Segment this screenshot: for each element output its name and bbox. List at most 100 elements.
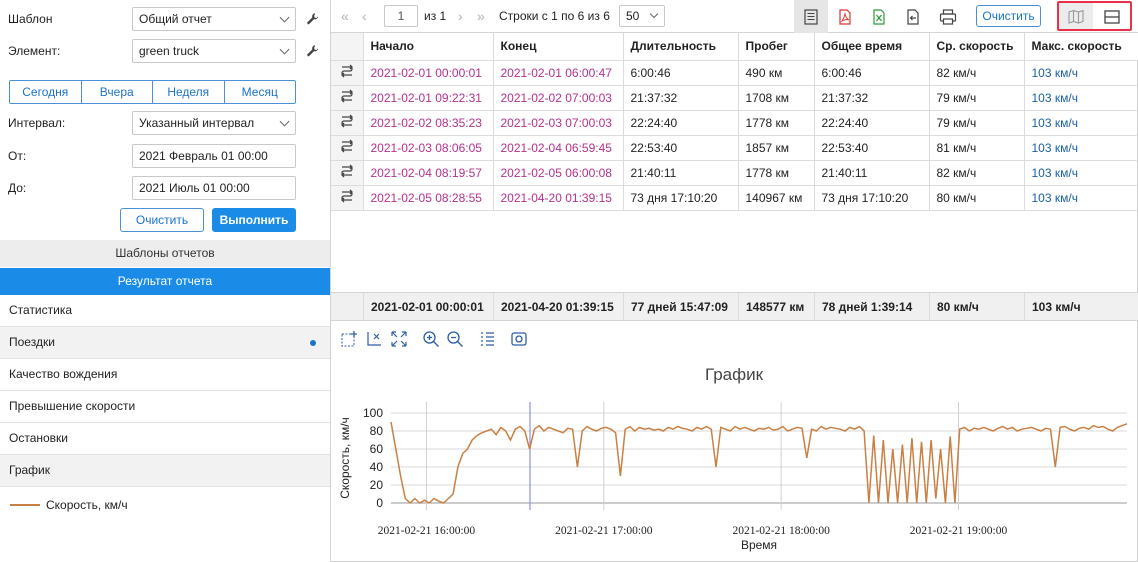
active-dot-icon bbox=[310, 340, 316, 346]
menu-item-label: Качество вождения bbox=[9, 367, 118, 381]
export-button[interactable] bbox=[896, 0, 930, 33]
cell-max-speed[interactable]: 103 км/ч bbox=[1024, 110, 1138, 136]
header-mileage[interactable]: Пробег bbox=[738, 33, 815, 61]
trip-icon-cell[interactable] bbox=[331, 185, 364, 211]
table-row[interactable]: 2021-02-03 08:06:05 2021-02-04 06:59:45 22… bbox=[331, 135, 1138, 161]
header-end[interactable]: Конец bbox=[493, 33, 624, 61]
wrench-icon[interactable] bbox=[306, 12, 320, 26]
wrench-icon[interactable] bbox=[306, 44, 320, 58]
trip-icon-cell[interactable] bbox=[331, 85, 364, 111]
cell-start[interactable]: 2021-02-01 00:00:01 bbox=[363, 60, 494, 86]
menu-item-label: Остановки bbox=[9, 431, 68, 445]
menu-item-driving-quality[interactable]: Качество вождения bbox=[0, 359, 330, 391]
cell-max-speed[interactable]: 103 км/ч bbox=[1024, 135, 1138, 161]
element-row: Элемент: bbox=[8, 39, 132, 63]
print-button[interactable] bbox=[931, 0, 965, 33]
export-icon bbox=[907, 8, 919, 25]
export-pdf-button[interactable] bbox=[828, 0, 862, 33]
period-week-button[interactable]: Неделя bbox=[153, 81, 225, 103]
cell-max-speed[interactable]: 103 км/ч bbox=[1024, 160, 1138, 186]
zoom-out-icon[interactable] bbox=[446, 330, 464, 348]
table-row[interactable]: 2021-02-04 08:19:57 2021-02-05 06:00:08 21… bbox=[331, 160, 1138, 186]
run-report-button[interactable]: Выполнить bbox=[212, 208, 296, 232]
y-tick-label: 0 bbox=[376, 496, 383, 510]
period-today-button[interactable]: Сегодня bbox=[10, 81, 82, 103]
cell-max-speed[interactable]: 103 км/ч bbox=[1024, 60, 1138, 86]
cell-total-time: 6:00:46 bbox=[814, 60, 930, 86]
period-month-button[interactable]: Месяц bbox=[224, 81, 295, 103]
prev-page-icon[interactable]: ‹ bbox=[362, 8, 367, 24]
table-totals-row: 2021-02-01 00:00:01 2021-04-20 01:39:15 … bbox=[331, 292, 1138, 321]
chart-grid bbox=[391, 402, 1127, 510]
report-templates-header[interactable]: Шаблоны отчетов bbox=[0, 240, 330, 267]
total-total-time: 78 дней 1:39:14 bbox=[815, 293, 930, 321]
cell-start[interactable]: 2021-02-02 08:35:23 bbox=[363, 110, 494, 136]
header-total-time[interactable]: Общее время bbox=[814, 33, 930, 61]
cell-start[interactable]: 2021-02-05 08:28:55 bbox=[363, 185, 494, 211]
menu-item-trips[interactable]: Поездки bbox=[0, 327, 330, 359]
clear-report-button[interactable]: Очистить bbox=[976, 5, 1041, 27]
left-panel: Шаблон Общий отчет Элемент: green truck … bbox=[0, 0, 331, 562]
header-duration[interactable]: Длительность bbox=[623, 33, 739, 61]
screenshot-icon[interactable] bbox=[510, 330, 528, 348]
export-excel-button[interactable] bbox=[862, 0, 896, 33]
last-page-icon[interactable]: » bbox=[477, 8, 485, 24]
header-max-speed[interactable]: Макс. скорость bbox=[1024, 33, 1138, 61]
table-row[interactable]: 2021-02-01 09:22:31 2021-02-02 07:00:03 21… bbox=[331, 85, 1138, 111]
first-page-icon[interactable]: « bbox=[341, 8, 349, 24]
cell-start[interactable]: 2021-02-04 08:19:57 bbox=[363, 160, 494, 186]
header-start[interactable]: Начало bbox=[363, 33, 494, 61]
cell-max-speed[interactable]: 103 км/ч bbox=[1024, 185, 1138, 211]
cell-max-speed[interactable]: 103 км/ч bbox=[1024, 85, 1138, 111]
x-tick-label: 2021-02-21 17:00:00 bbox=[555, 525, 653, 537]
zoom-select-icon[interactable] bbox=[340, 330, 358, 348]
fit-icon[interactable] bbox=[390, 330, 408, 348]
cell-start[interactable]: 2021-02-03 08:06:05 bbox=[363, 135, 494, 161]
cell-end[interactable]: 2021-02-03 07:00:03 bbox=[493, 110, 624, 136]
from-date-input[interactable]: 2021 Февраль 01 00:00 bbox=[132, 144, 296, 168]
period-yesterday-button[interactable]: Вчера bbox=[81, 81, 153, 103]
table-row[interactable]: 2021-02-01 00:00:01 2021-02-01 06:00:47 6:… bbox=[331, 60, 1138, 86]
reset-axis-icon[interactable] bbox=[365, 330, 383, 348]
cell-end[interactable]: 2021-02-01 06:00:47 bbox=[493, 60, 624, 86]
cell-end[interactable]: 2021-02-04 06:59:45 bbox=[493, 135, 624, 161]
clear-filters-button[interactable]: Очистить bbox=[120, 208, 204, 232]
report-result-header[interactable]: Результат отчета bbox=[0, 268, 330, 295]
per-page-select[interactable]: 50 bbox=[619, 5, 665, 27]
legend-series-label: Скорость, км/ч bbox=[46, 498, 128, 512]
table-row[interactable]: 2021-02-05 08:28:55 2021-04-20 01:39:15 73… bbox=[331, 185, 1138, 211]
page-number-input[interactable]: 1 bbox=[384, 5, 418, 27]
trip-icon-cell[interactable] bbox=[331, 60, 364, 86]
cell-mileage: 1778 км bbox=[738, 160, 815, 186]
cell-avg-speed: 82 км/ч bbox=[929, 160, 1025, 186]
menu-item-statistics[interactable]: Статистика bbox=[0, 295, 330, 327]
y-tick-label: 20 bbox=[370, 478, 384, 492]
to-date-input[interactable]: 2021 Июль 01 00:00 bbox=[132, 176, 296, 200]
menu-item-speeding[interactable]: Превышение скорости bbox=[0, 391, 330, 423]
list-icon[interactable] bbox=[478, 330, 496, 348]
trip-route-icon bbox=[340, 114, 353, 128]
cell-duration: 21:40:11 bbox=[623, 160, 739, 186]
cell-duration: 6:00:46 bbox=[623, 60, 739, 86]
cell-start[interactable]: 2021-02-01 09:22:31 bbox=[363, 85, 494, 111]
template-select[interactable]: Общий отчет bbox=[132, 7, 296, 31]
menu-item-chart[interactable]: График bbox=[0, 455, 330, 487]
element-select[interactable]: green truck bbox=[132, 39, 296, 63]
next-page-icon[interactable]: › bbox=[458, 8, 463, 24]
from-label: От: bbox=[8, 149, 27, 163]
header-avg-speed[interactable]: Ср. скорость bbox=[929, 33, 1025, 61]
trip-icon-cell[interactable] bbox=[331, 160, 364, 186]
cell-mileage: 1857 км bbox=[738, 135, 815, 161]
cell-end[interactable]: 2021-02-05 06:00:08 bbox=[493, 160, 624, 186]
table-view-button[interactable] bbox=[794, 0, 828, 33]
cell-avg-speed: 82 км/ч bbox=[929, 60, 1025, 86]
trip-icon-cell[interactable] bbox=[331, 135, 364, 161]
table-row[interactable]: 2021-02-02 08:35:23 2021-02-03 07:00:03 22… bbox=[331, 110, 1138, 136]
zoom-in-icon[interactable] bbox=[422, 330, 440, 348]
trip-icon-cell[interactable] bbox=[331, 110, 364, 136]
cell-mileage: 1708 км bbox=[738, 85, 815, 111]
cell-end[interactable]: 2021-04-20 01:39:15 bbox=[493, 185, 624, 211]
interval-select[interactable]: Указанный интервал bbox=[132, 111, 296, 135]
cell-end[interactable]: 2021-02-02 07:00:03 bbox=[493, 85, 624, 111]
menu-item-stops[interactable]: Остановки bbox=[0, 423, 330, 455]
